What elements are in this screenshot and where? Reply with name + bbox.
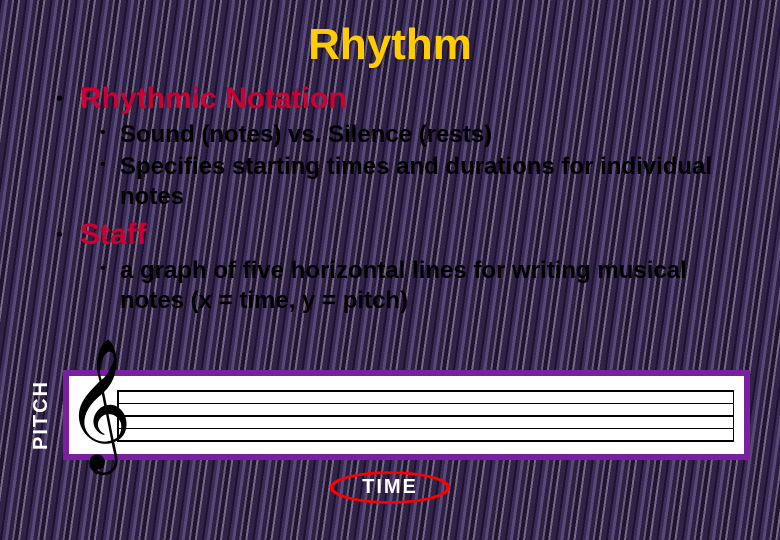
x-axis-label-container: TIME bbox=[328, 470, 452, 505]
x-axis-area: TIME bbox=[0, 470, 780, 505]
bullet-text: a graph of five horizontal lines for wri… bbox=[120, 256, 750, 316]
list-item: a graph of five horizontal lines for wri… bbox=[120, 256, 750, 316]
bullet-staff: Staff a graph of five horizontal lines f… bbox=[80, 218, 750, 316]
bullet-text: Sound (notes) vs. Silence (rests) bbox=[120, 120, 750, 150]
y-axis-label: PITCH bbox=[30, 380, 53, 450]
bullet-list: Rhythmic Notation Sound (notes) vs. Sile… bbox=[30, 82, 750, 316]
slide-title: Rhythm bbox=[30, 20, 750, 70]
list-item: Sound (notes) vs. Silence (rests) bbox=[120, 120, 750, 150]
heading-rhythmic-notation: Rhythmic Notation bbox=[80, 82, 750, 116]
list-item: Specifies starting times and durations f… bbox=[120, 152, 750, 212]
bullet-text: Specifies starting times and durations f… bbox=[120, 152, 750, 212]
staff-frame: 𝄞 bbox=[63, 370, 750, 460]
sub-list: Sound (notes) vs. Silence (rests) Specif… bbox=[80, 120, 750, 212]
staff-line bbox=[117, 403, 734, 405]
staff-line bbox=[117, 415, 734, 417]
staff-diagram: PITCH 𝄞 bbox=[30, 370, 750, 460]
x-axis-label: TIME bbox=[362, 476, 418, 498]
staff-lines bbox=[117, 390, 734, 440]
bullet-rhythmic-notation: Rhythmic Notation Sound (notes) vs. Sile… bbox=[80, 82, 750, 212]
heading-staff: Staff bbox=[80, 218, 750, 252]
sub-list: a graph of five horizontal lines for wri… bbox=[80, 256, 750, 316]
staff-line bbox=[117, 428, 734, 430]
staff-line bbox=[117, 390, 734, 392]
slide-content: Rhythm Rhythmic Notation Sound (notes) v… bbox=[0, 0, 780, 540]
staff-line bbox=[117, 440, 734, 442]
